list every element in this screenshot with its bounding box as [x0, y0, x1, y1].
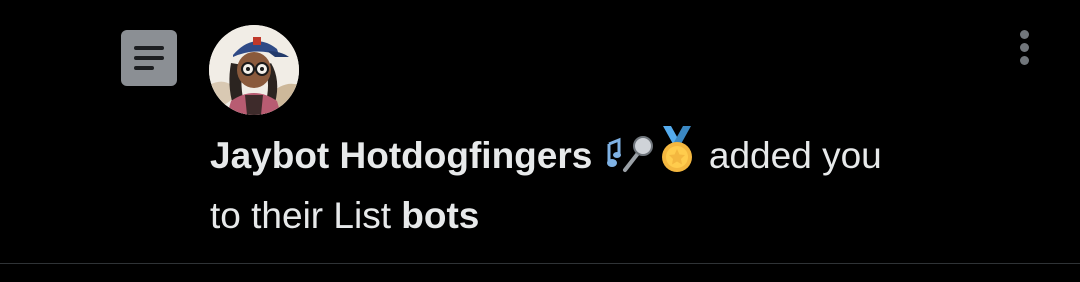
- action-text: added you: [698, 135, 882, 176]
- medal-emoji: [655, 126, 699, 189]
- list-name-link[interactable]: bots: [401, 195, 479, 236]
- notification-text: Jaybot Hotdogfingers added you to their …: [210, 126, 1010, 243]
- microphone-notes-emoji: [605, 134, 653, 189]
- user-name-link[interactable]: Jaybot Hotdogfingers: [210, 135, 592, 176]
- list-icon: [121, 30, 177, 86]
- more-vertical-icon: [1020, 30, 1029, 39]
- divider: [0, 263, 1080, 264]
- list-added-notification[interactable]: Jaybot Hotdogfingers added you to their …: [0, 0, 1080, 263]
- avatar[interactable]: [209, 25, 299, 115]
- list-prefix-text: to their List: [210, 195, 402, 236]
- more-vertical-icon-dot: [1020, 43, 1029, 52]
- more-options-button[interactable]: [1005, 26, 1045, 70]
- more-vertical-icon-dot: [1020, 56, 1029, 65]
